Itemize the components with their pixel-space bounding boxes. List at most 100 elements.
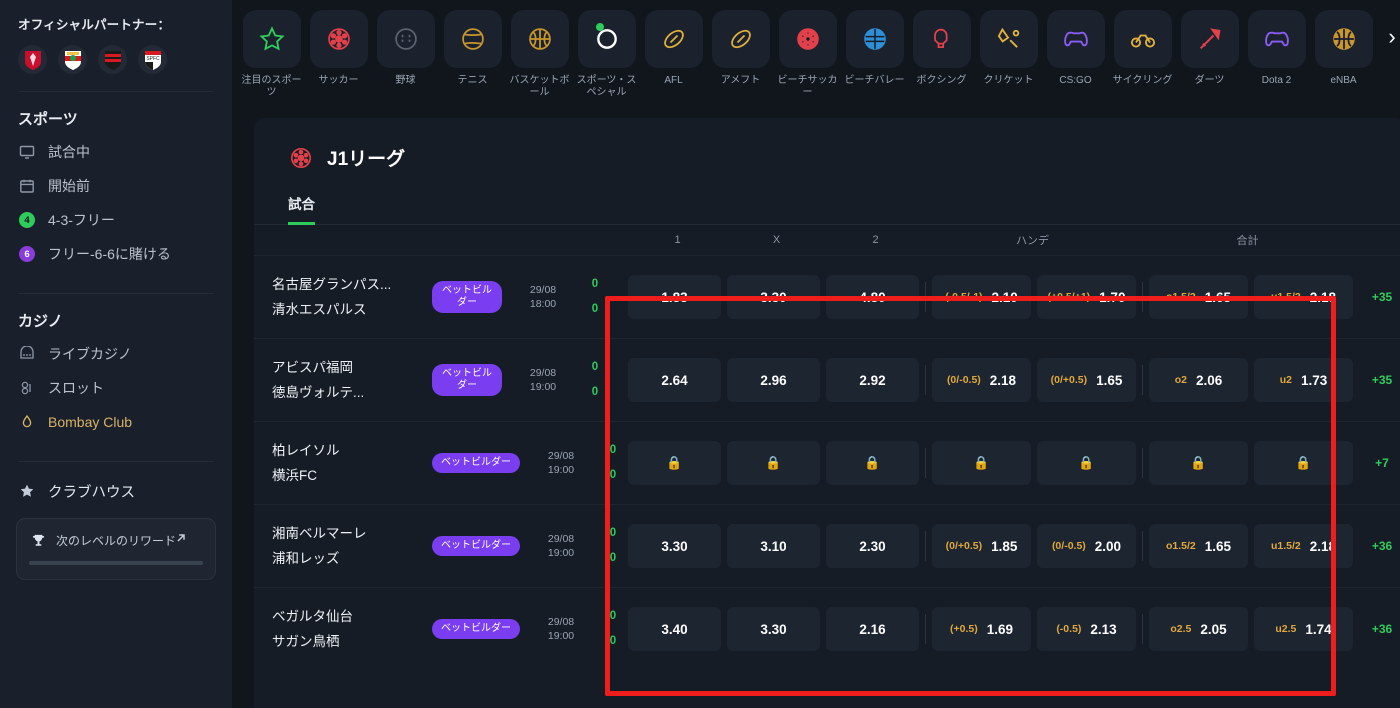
away-team: 徳島ヴォルテ... [272,385,365,400]
sport-tab-label: CS:GO [1059,75,1092,86]
total-label: u1.5/2 [1270,540,1301,552]
odds-column-headers: 1 X 2 ハンデ 合計 [254,225,1400,255]
reward-progress-bar [29,561,203,565]
bet-builder-badge[interactable]: ベットビルダー [432,281,502,313]
sport-tab-dota2[interactable]: Dota 2 [1243,6,1310,87]
event-kickoff: 18:00 [529,298,557,310]
sport-tab-darts[interactable]: ダーツ [1176,6,1243,87]
odds-cell-2[interactable]: 2.30 [826,524,919,568]
sport-tab-beach-volleyball[interactable]: ビーチバレー [841,6,908,87]
odds-cell-1[interactable]: 1.83 [628,275,721,319]
handicap-cell-away[interactable]: (0/-0.5) 2.00 [1037,524,1136,568]
chevron-right-icon[interactable]: › [1381,24,1400,49]
handicap-cell-away[interactable]: (+0.5/+1) 1.70 [1037,275,1136,319]
total-cell-over[interactable]: o2.5 2.05 [1149,607,1248,651]
sidebar-item-free-6-6[interactable]: 6 フリー-6-6に賭ける [0,237,232,271]
lock-icon: 🔒 [973,455,990,470]
sidebar-item-4-3-free[interactable]: 4 4-3-フリー [0,203,232,237]
column-separator [1142,614,1143,644]
bet-builder-badge[interactable]: ベットビルダー [432,536,520,556]
sport-tile [1113,10,1172,68]
sport-tab-sports-specials[interactable]: スポーツ・スペシャル [573,6,640,99]
odds-value: 3.30 [760,289,787,305]
sidebar-item-label: ライブカジノ [48,346,132,362]
odds-cell-x[interactable]: 3.10 [727,524,820,568]
total-cell-under[interactable]: u2 1.73 [1254,358,1353,402]
handicap-cell-away[interactable]: (-0.5) 2.13 [1037,607,1136,651]
calendar-icon [18,177,36,195]
sport-tab-boxing[interactable]: ボクシング [908,6,975,87]
total-cell-over[interactable]: o1.5/2 1.65 [1149,275,1248,319]
sidebar: オフィシャルパートナー： SPFC スポーツ 試合中 開始前 4 4-3-フリー… [0,0,232,708]
event-date: 29/08 [529,284,557,296]
odds-value: 1.65 [1204,289,1232,305]
sport-tab-csgo[interactable]: CS:GO [1042,6,1109,87]
odds-cell-2[interactable]: 2.92 [826,358,919,402]
home-score: 0 [591,278,599,290]
sport-tab-beach-soccer[interactable]: ビーチサッカー [774,6,841,99]
sport-tab-label: ビーチバレー [844,75,905,86]
basketball-icon [1332,28,1355,50]
total-cell-over[interactable]: o2 2.06 [1149,358,1248,402]
sport-tab-baseball[interactable]: 野球 [372,6,439,87]
total-cell-under[interactable]: u1.5/2 2.18 [1254,275,1353,319]
sport-tab-enba[interactable]: eNBA [1310,6,1377,87]
sport-tab-afl[interactable]: AFL [640,6,707,87]
tab-matches[interactable]: 試合 [288,193,315,225]
sport-tab-soccer[interactable]: サッカー [305,6,372,87]
sidebar-item-clubhouse[interactable]: クラブハウス [0,474,232,508]
sport-tab-featured[interactable]: 注目のスポーツ [238,6,305,99]
event-info[interactable]: 柏レイソル 横浜FC ベットビルダー 29/08 19:00 0 0 [254,422,628,504]
sidebar-item-slots[interactable]: スロット [0,371,232,405]
handicap-cell-away[interactable]: (0/+0.5) 1.65 [1037,358,1136,402]
home-team: 名古屋グランパス... [272,277,392,292]
soccer-ball-icon [327,28,350,50]
sidebar-item-bombay-club[interactable]: Bombay Club [0,405,232,439]
more-markets-count[interactable]: +35 [1359,373,1400,387]
column-separator [925,531,926,561]
bet-builder-badge[interactable]: ベットビルダー [432,453,520,473]
event-info[interactable]: 名古屋グランパス... 清水エスパルス ベットビルダー 29/08 18:00 … [254,256,628,338]
odds-cell-1[interactable]: 3.40 [628,607,721,651]
handicap-cell-home[interactable]: (-0.5/-1) 2.10 [932,275,1031,319]
more-markets-count[interactable]: +36 [1359,622,1400,636]
sidebar-item-live[interactable]: 試合中 [0,135,232,169]
star-icon [258,26,285,51]
event-info[interactable]: 湘南ベルマーレ 浦和レッズ ベットビルダー 29/08 19:00 0 0 [254,505,628,587]
sport-tab-cycling[interactable]: サイクリング [1109,6,1176,87]
afl-ball-icon [663,29,684,49]
odds-cell-x[interactable]: 3.30 [727,275,820,319]
odds-value: 2.64 [661,372,688,388]
handicap-cell-home[interactable]: (0/+0.5) 1.85 [932,524,1031,568]
more-markets-count[interactable]: +36 [1359,539,1400,553]
odds-cell-2[interactable]: 4.80 [826,275,919,319]
bet-builder-badge[interactable]: ベットビルダー [432,364,502,396]
handicap-cell-home[interactable]: (0/-0.5) 2.18 [932,358,1031,402]
more-markets-count[interactable]: +7 [1359,456,1400,470]
handicap-label: (+0.5/+1) [1047,291,1091,303]
sport-tab-basketball[interactable]: バスケットボール [506,6,573,99]
event-info[interactable]: ベガルタ仙台 サガン鳥栖 ベットビルダー 29/08 19:00 0 0 [254,588,628,670]
event-info[interactable]: アビスパ福岡 徳島ヴォルテ... ベットビルダー 29/08 19:00 0 0 [254,339,628,421]
total-cell-over[interactable]: o1.5/2 1.65 [1149,524,1248,568]
next-level-reward-card[interactable]: 次のレベルのリワード [16,518,216,580]
sports-category-nav[interactable]: 注目のスポーツ サッカー 野球 テニス バスケットボール スポーツ・スペシャル … [232,0,1400,118]
sidebar-item-live-casino[interactable]: ライブカジノ [0,337,232,371]
sidebar-item-upcoming[interactable]: 開始前 [0,169,232,203]
more-markets-count[interactable]: +35 [1359,290,1400,304]
number-badge-icon: 6 [18,245,36,263]
odds-cell-x[interactable]: 3.30 [727,607,820,651]
handicap-cell-home[interactable]: (+0.5) 1.69 [932,607,1031,651]
total-cell-under[interactable]: u2.5 1.74 [1254,607,1353,651]
sport-tab-tennis[interactable]: テニス [439,6,506,87]
handicap-label: (+0.5) [949,623,978,635]
odds-cell-1[interactable]: 3.30 [628,524,721,568]
sport-tab-american-football[interactable]: アメフト [707,6,774,87]
sidebar-item-label: 開始前 [48,178,90,194]
odds-cell-x[interactable]: 2.96 [727,358,820,402]
sport-tab-cricket[interactable]: クリケット [975,6,1042,87]
odds-cell-1[interactable]: 2.64 [628,358,721,402]
odds-cell-2[interactable]: 2.16 [826,607,919,651]
total-cell-under[interactable]: u1.5/2 2.18 [1254,524,1353,568]
bet-builder-badge[interactable]: ベットビルダー [432,619,520,639]
